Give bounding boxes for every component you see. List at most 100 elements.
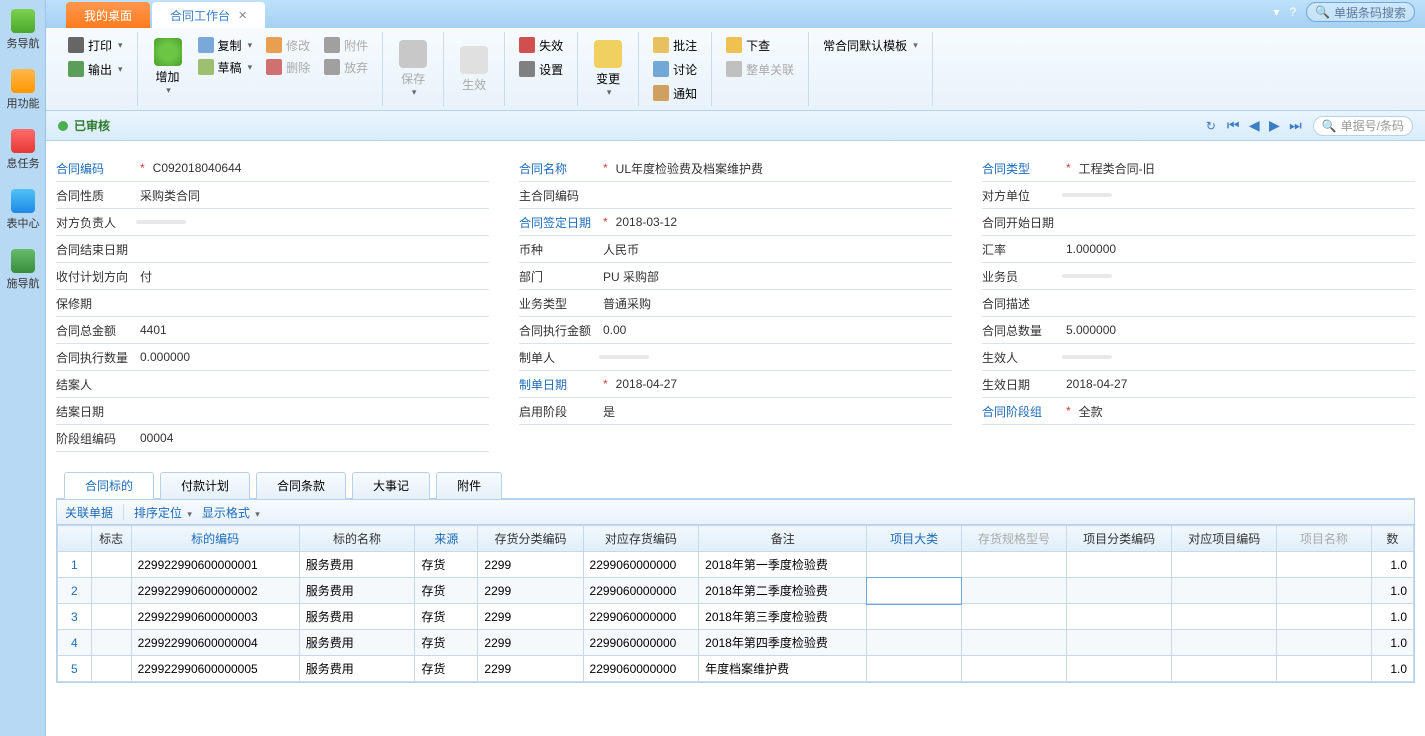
cell-remark[interactable]: 2018年第一季度检验费 xyxy=(699,552,867,578)
cell-proj-code[interactable] xyxy=(1172,656,1277,682)
cell-inv[interactable]: 2299060000000 xyxy=(583,656,699,682)
cell-spec[interactable] xyxy=(961,604,1066,630)
col-proj-cat[interactable]: 项目大类 xyxy=(867,526,962,552)
cell-spec[interactable] xyxy=(961,656,1066,682)
tab-clause[interactable]: 合同条款 xyxy=(256,472,346,499)
tab-subject[interactable]: 合同标的 xyxy=(64,472,154,499)
cell-proj-code[interactable] xyxy=(1172,630,1277,656)
template-dropdown[interactable]: 常合同默认模板▾ xyxy=(819,34,922,56)
table-row[interactable]: 3229922990600000003服务费用存货229922990600000… xyxy=(58,604,1414,630)
delete-button[interactable]: 删除 xyxy=(262,56,314,78)
close-icon[interactable]: ✕ xyxy=(238,9,247,22)
field-other-party[interactable] xyxy=(1062,193,1112,197)
col-flag[interactable]: 标志 xyxy=(91,526,131,552)
barcode-search[interactable]: 🔍 单据条码搜索 xyxy=(1306,2,1415,22)
cell-proj-cat[interactable] xyxy=(867,552,962,578)
field-close-date[interactable] xyxy=(136,409,489,413)
field-currency[interactable]: 人民币 xyxy=(599,239,952,260)
field-total-qty[interactable]: 5.000000 xyxy=(1062,321,1415,339)
note-button[interactable]: 批注 xyxy=(649,34,701,56)
cell-src[interactable]: 存货 xyxy=(415,656,478,682)
field-end-date[interactable] xyxy=(136,247,489,251)
cell-qty[interactable]: 1.0 xyxy=(1371,578,1413,604)
table-row[interactable]: 4229922990600000004服务费用存货229922990600000… xyxy=(58,630,1414,656)
cell-proj-class[interactable] xyxy=(1067,578,1172,604)
edit-button[interactable]: 修改 xyxy=(262,34,314,56)
cell-name[interactable]: 服务费用 xyxy=(299,552,415,578)
field-contract-nature[interactable]: 采购类合同 xyxy=(136,185,489,206)
cell-proj-code[interactable] xyxy=(1172,578,1277,604)
cell-proj-code[interactable] xyxy=(1172,552,1277,578)
discuss-button[interactable]: 讨论 xyxy=(649,58,701,80)
field-effector[interactable] xyxy=(1062,355,1112,359)
field-closer[interactable] xyxy=(136,382,489,386)
cell-src[interactable]: 存货 xyxy=(415,578,478,604)
cell-name[interactable]: 服务费用 xyxy=(299,578,415,604)
sort-button[interactable]: 排序定位 ▾ xyxy=(134,504,192,521)
field-stage-group[interactable]: 全款 xyxy=(1075,401,1415,422)
col-name[interactable]: 标的名称 xyxy=(299,526,415,552)
link-batch-button[interactable]: 整单关联 xyxy=(722,58,798,80)
field-sign-date[interactable]: 2018-03-12 xyxy=(612,213,952,231)
field-other-person[interactable] xyxy=(136,220,186,224)
draft-button[interactable]: 草稿▾ xyxy=(194,56,257,78)
field-warranty[interactable] xyxy=(136,301,489,305)
next-icon[interactable]: ▶ xyxy=(1266,117,1283,133)
doc-search[interactable]: 🔍 单据号/条码 xyxy=(1313,116,1413,136)
cell-src[interactable]: 存货 xyxy=(415,630,478,656)
copy-button[interactable]: 复制▾ xyxy=(194,34,257,56)
field-make-date[interactable]: 2018-04-27 xyxy=(612,375,952,393)
cell-name[interactable]: 服务费用 xyxy=(299,630,415,656)
cell-qty[interactable]: 1.0 xyxy=(1371,656,1413,682)
nav-item-report[interactable]: 表中心 xyxy=(0,180,46,240)
cell-cat[interactable]: 2299 xyxy=(478,656,583,682)
cell-qty[interactable]: 1.0 xyxy=(1371,552,1413,578)
cell-proj-name[interactable] xyxy=(1277,604,1372,630)
field-exec-qty[interactable]: 0.000000 xyxy=(136,348,489,366)
cell-proj-cat[interactable] xyxy=(867,604,962,630)
cell-src[interactable]: 存货 xyxy=(415,552,478,578)
cell-spec[interactable] xyxy=(961,552,1066,578)
chevron-down-icon[interactable]: ▾ xyxy=(1273,5,1279,19)
table-row[interactable]: 5229922990600000005服务费用存货229922990600000… xyxy=(58,656,1414,682)
cell-src[interactable]: 存货 xyxy=(415,604,478,630)
down-check-button[interactable]: 下查 xyxy=(722,34,798,56)
cell-remark[interactable]: 2018年第二季度检验费 xyxy=(699,578,867,604)
field-contract-code[interactable]: C092018040644 xyxy=(149,159,489,177)
col-code[interactable]: 标的编码 xyxy=(131,526,299,552)
cell-proj-name[interactable] xyxy=(1277,578,1372,604)
prev-icon[interactable]: ◀ xyxy=(1246,117,1263,133)
field-maker[interactable] xyxy=(599,355,649,359)
field-desc[interactable] xyxy=(1062,301,1415,305)
display-button[interactable]: 显示格式 ▾ xyxy=(202,504,260,521)
field-start-date[interactable] xyxy=(1062,220,1415,224)
export-button[interactable]: 输出▾ xyxy=(64,58,127,80)
settings-button[interactable]: 设置 xyxy=(515,58,567,80)
nav-item-guide2[interactable]: 施导航 xyxy=(0,240,46,300)
cell-inv[interactable]: 2299060000000 xyxy=(583,630,699,656)
cell-code[interactable]: 229922990600000003 xyxy=(131,604,299,630)
void-button[interactable]: 失效 xyxy=(515,34,567,56)
field-salesman[interactable] xyxy=(1062,274,1112,278)
cell-proj-class[interactable] xyxy=(1067,656,1172,682)
link-doc-button[interactable]: 关联单据 xyxy=(65,504,113,521)
nav-item-guide[interactable]: 务导航 xyxy=(0,0,46,60)
tab-contract-workbench[interactable]: 合同工作台 ✕ xyxy=(152,2,265,28)
col-src[interactable]: 来源 xyxy=(415,526,478,552)
col-proj-class[interactable]: 项目分类编码 xyxy=(1067,526,1172,552)
cell-proj-cat[interactable] xyxy=(867,578,962,604)
cell-remark[interactable]: 年度档案维护费 xyxy=(699,656,867,682)
field-contract-type[interactable]: 工程类合同-旧 xyxy=(1075,158,1415,179)
cell-flag[interactable] xyxy=(91,604,131,630)
field-exec-amt[interactable]: 0.00 xyxy=(599,321,952,339)
cell-spec[interactable] xyxy=(961,630,1066,656)
field-main-code[interactable] xyxy=(599,193,952,197)
field-total-amt[interactable]: 4401 xyxy=(136,321,489,339)
cell-remark[interactable]: 2018年第四季度检验费 xyxy=(699,630,867,656)
cell-proj-class[interactable] xyxy=(1067,552,1172,578)
change-button[interactable]: 变更▾ xyxy=(588,36,628,102)
notify-button[interactable]: 通知 xyxy=(649,82,701,104)
field-biz-type[interactable]: 普通采购 xyxy=(599,293,952,314)
refresh-icon[interactable]: ↻ xyxy=(1206,119,1216,133)
effect-button[interactable]: 生效 xyxy=(454,42,494,97)
